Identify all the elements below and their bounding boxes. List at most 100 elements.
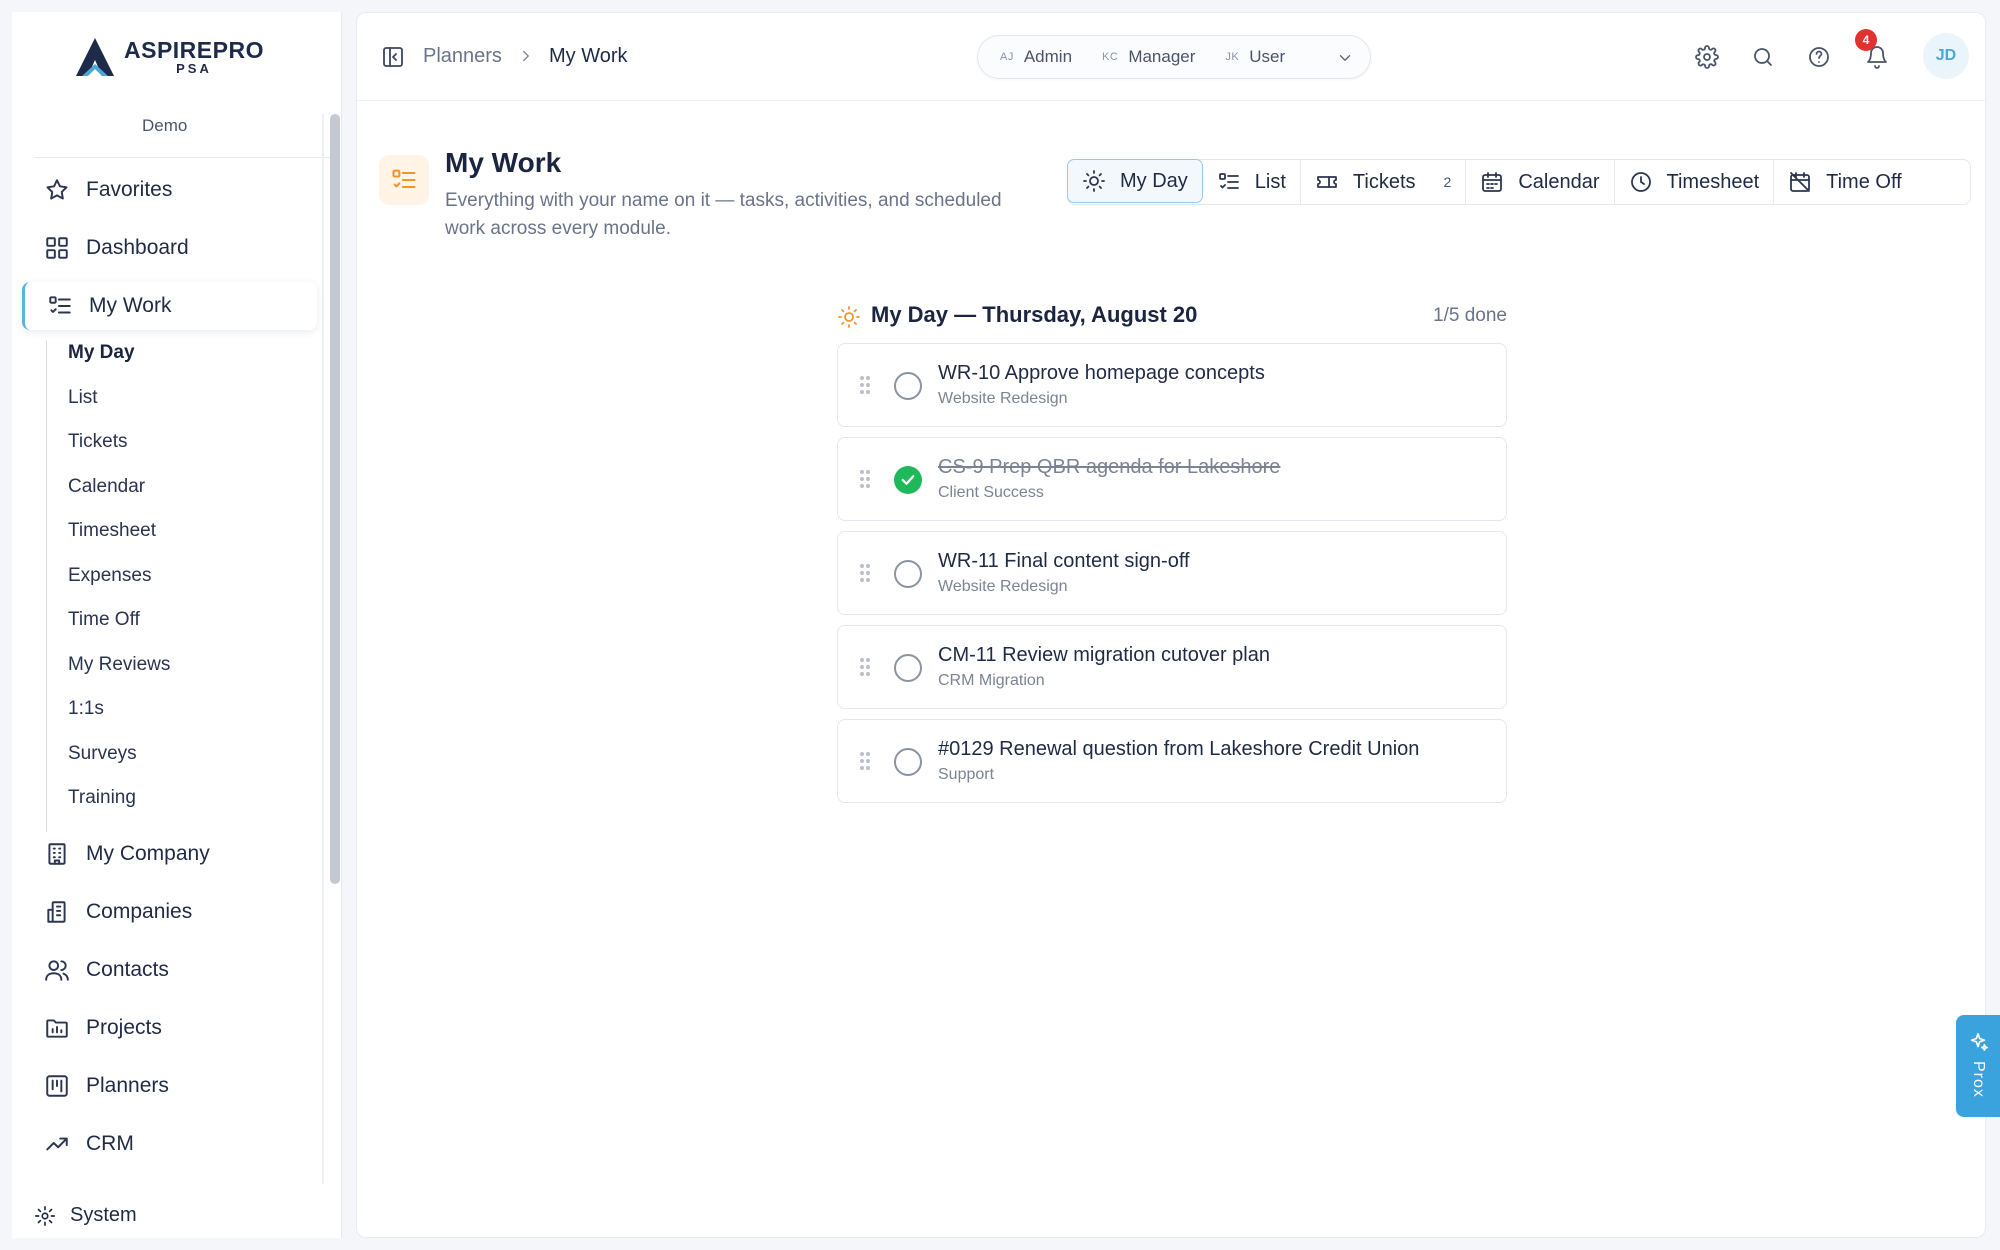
grid-icon — [44, 235, 70, 261]
tab-time-off[interactable]: Time Off — [1774, 160, 1916, 204]
sidebar-subitem-time-off[interactable]: Time Off — [68, 609, 140, 631]
my-day-title: My Day — Thursday, August 20 — [871, 302, 1198, 327]
brand-logo[interactable]: ASPIREPRO PSA — [72, 34, 264, 80]
task-checkbox[interactable] — [894, 560, 922, 588]
sidebar-item-label: Favorites — [86, 178, 173, 201]
sidebar-subitem-my-reviews[interactable]: My Reviews — [68, 654, 170, 676]
scrollbar-track — [322, 114, 324, 1184]
sidebar-subitem-tickets[interactable]: Tickets — [68, 431, 127, 453]
task-project: CRM Migration — [938, 672, 1045, 689]
breadcrumb-parent[interactable]: Planners — [423, 45, 502, 68]
notification-badge: 4 — [1855, 29, 1877, 51]
settings-gear-icon[interactable] — [1695, 45, 1719, 69]
drag-handle-icon[interactable] — [858, 656, 872, 678]
user-avatar[interactable]: JD — [1923, 33, 1969, 79]
task-item[interactable]: #0129 Renewal question from Lakeshore Cr… — [837, 719, 1507, 803]
page-subtitle: Everything with your name on it — tasks,… — [445, 190, 1002, 239]
role-switcher[interactable]: AJ Admin KC Manager JK User — [977, 35, 1371, 79]
sidebar-item-favorites[interactable]: Favorites — [22, 166, 317, 214]
tenant-name[interactable]: Demo — [142, 116, 187, 136]
task-item[interactable]: WR-11 Final content sign-off Website Red… — [837, 531, 1507, 615]
drag-handle-icon[interactable] — [858, 750, 872, 772]
sidebar-subitem-timesheet[interactable]: Timesheet — [68, 520, 156, 542]
star-icon — [44, 177, 70, 203]
drag-handle-icon[interactable] — [858, 468, 872, 490]
assistant-label: Prox — [1970, 1061, 1987, 1098]
sidebar-item-label: My Company — [86, 842, 210, 865]
sidebar-item-crm[interactable]: CRM — [22, 1120, 317, 1168]
chevron-down-icon[interactable] — [1336, 49, 1354, 67]
sidebar: ASPIREPRO PSA Demo Favorites Dashboard M… — [12, 12, 342, 1238]
role-label: Manager — [1128, 47, 1196, 66]
sidebar-item-contacts[interactable]: Contacts — [22, 946, 317, 994]
sidebar-subitem-list[interactable]: List — [68, 387, 98, 409]
kanban-icon — [44, 1073, 70, 1099]
checklist-icon — [379, 155, 429, 205]
sidebar-subitem-surveys[interactable]: Surveys — [68, 743, 137, 765]
sidebar-collapse-icon[interactable] — [381, 45, 405, 69]
tab-tickets[interactable]: Tickets 2 — [1301, 160, 1467, 204]
sidebar-item-label: Contacts — [86, 958, 169, 981]
drag-handle-icon[interactable] — [858, 562, 872, 584]
sidebar-item-label: My Work — [89, 294, 172, 317]
task-title: WR-11 Final content sign-off — [938, 550, 1190, 572]
chevron-right-icon — [517, 47, 535, 65]
tab-list[interactable]: List — [1203, 160, 1301, 204]
sidebar-item-my-company[interactable]: My Company — [22, 830, 317, 878]
users-icon — [44, 957, 70, 983]
sidebar-subitem-expenses[interactable]: Expenses — [68, 565, 151, 587]
task-item[interactable]: CM-11 Review migration cutover plan CRM … — [837, 625, 1507, 709]
help-icon[interactable] — [1807, 45, 1831, 69]
list-icon — [1217, 170, 1241, 194]
my-day-progress: 1/5 done — [1433, 305, 1507, 326]
sun-icon — [1082, 169, 1106, 193]
tab-label: List — [1254, 170, 1286, 193]
sidebar-item-label: System — [70, 1204, 137, 1226]
sidebar-subitem-calendar[interactable]: Calendar — [68, 476, 145, 498]
task-project: Website Redesign — [938, 390, 1068, 407]
folder-chart-icon — [44, 1015, 70, 1041]
sidebar-item-companies[interactable]: Companies — [22, 888, 317, 936]
search-icon[interactable] — [1751, 45, 1775, 69]
logo-mark-icon — [76, 38, 114, 76]
task-checkbox[interactable] — [894, 748, 922, 776]
main-panel: Planners My Work AJ Admin KC Manager JK … — [356, 12, 1986, 1238]
task-checkbox[interactable] — [894, 654, 922, 682]
tab-calendar[interactable]: Calendar — [1466, 160, 1615, 204]
assistant-tab[interactable]: Prox — [1956, 1015, 2000, 1117]
sidebar-item-system[interactable]: System — [34, 1204, 137, 1227]
tab-label: My Day — [1120, 169, 1188, 192]
top-bar: Planners My Work AJ Admin KC Manager JK … — [357, 13, 1985, 101]
submenu-rule — [46, 340, 47, 832]
sidebar-scrollbar[interactable] — [330, 114, 340, 884]
sidebar-item-projects[interactable]: Projects — [22, 1004, 317, 1052]
task-checkbox-checked[interactable] — [894, 466, 922, 494]
sun-icon — [837, 305, 861, 329]
sidebar-item-planners[interactable]: Planners — [22, 1062, 317, 1110]
drag-handle-icon[interactable] — [858, 374, 872, 396]
sidebar-item-dashboard[interactable]: Dashboard — [22, 224, 317, 272]
task-item[interactable]: CS-9 Prep QBR agenda for Lakeshore Clien… — [837, 437, 1507, 521]
task-project: Client Success — [938, 484, 1044, 501]
role-user[interactable]: JK User — [1225, 47, 1285, 67]
calendar-icon — [1480, 170, 1504, 194]
tab-my-day[interactable]: My Day — [1067, 159, 1203, 203]
role-admin[interactable]: AJ Admin — [1000, 47, 1072, 67]
tab-timesheet[interactable]: Timesheet — [1615, 160, 1775, 204]
task-checkbox[interactable] — [894, 372, 922, 400]
tickets-count-badge: 2 — [1443, 174, 1452, 190]
sidebar-subitem-my-day[interactable]: My Day — [68, 342, 135, 364]
task-project: Support — [938, 766, 995, 783]
sidebar-item-label: Companies — [86, 900, 193, 923]
brand-sub: PSA — [176, 61, 212, 76]
page-title: My Work — [445, 147, 562, 178]
role-manager[interactable]: KC Manager — [1102, 47, 1195, 67]
checklist-icon — [47, 293, 73, 319]
sidebar-subitem-one-on-ones[interactable]: 1:1s — [68, 698, 104, 720]
sidebar-subitem-training[interactable]: Training — [68, 787, 136, 809]
sidebar-item-label: Planners — [86, 1074, 169, 1097]
ticket-icon — [1315, 170, 1339, 194]
sidebar-item-my-work[interactable]: My Work — [22, 282, 317, 330]
task-item[interactable]: WR-10 Approve homepage concepts Website … — [837, 343, 1507, 427]
brand-name: ASPIREPRO — [124, 37, 264, 63]
